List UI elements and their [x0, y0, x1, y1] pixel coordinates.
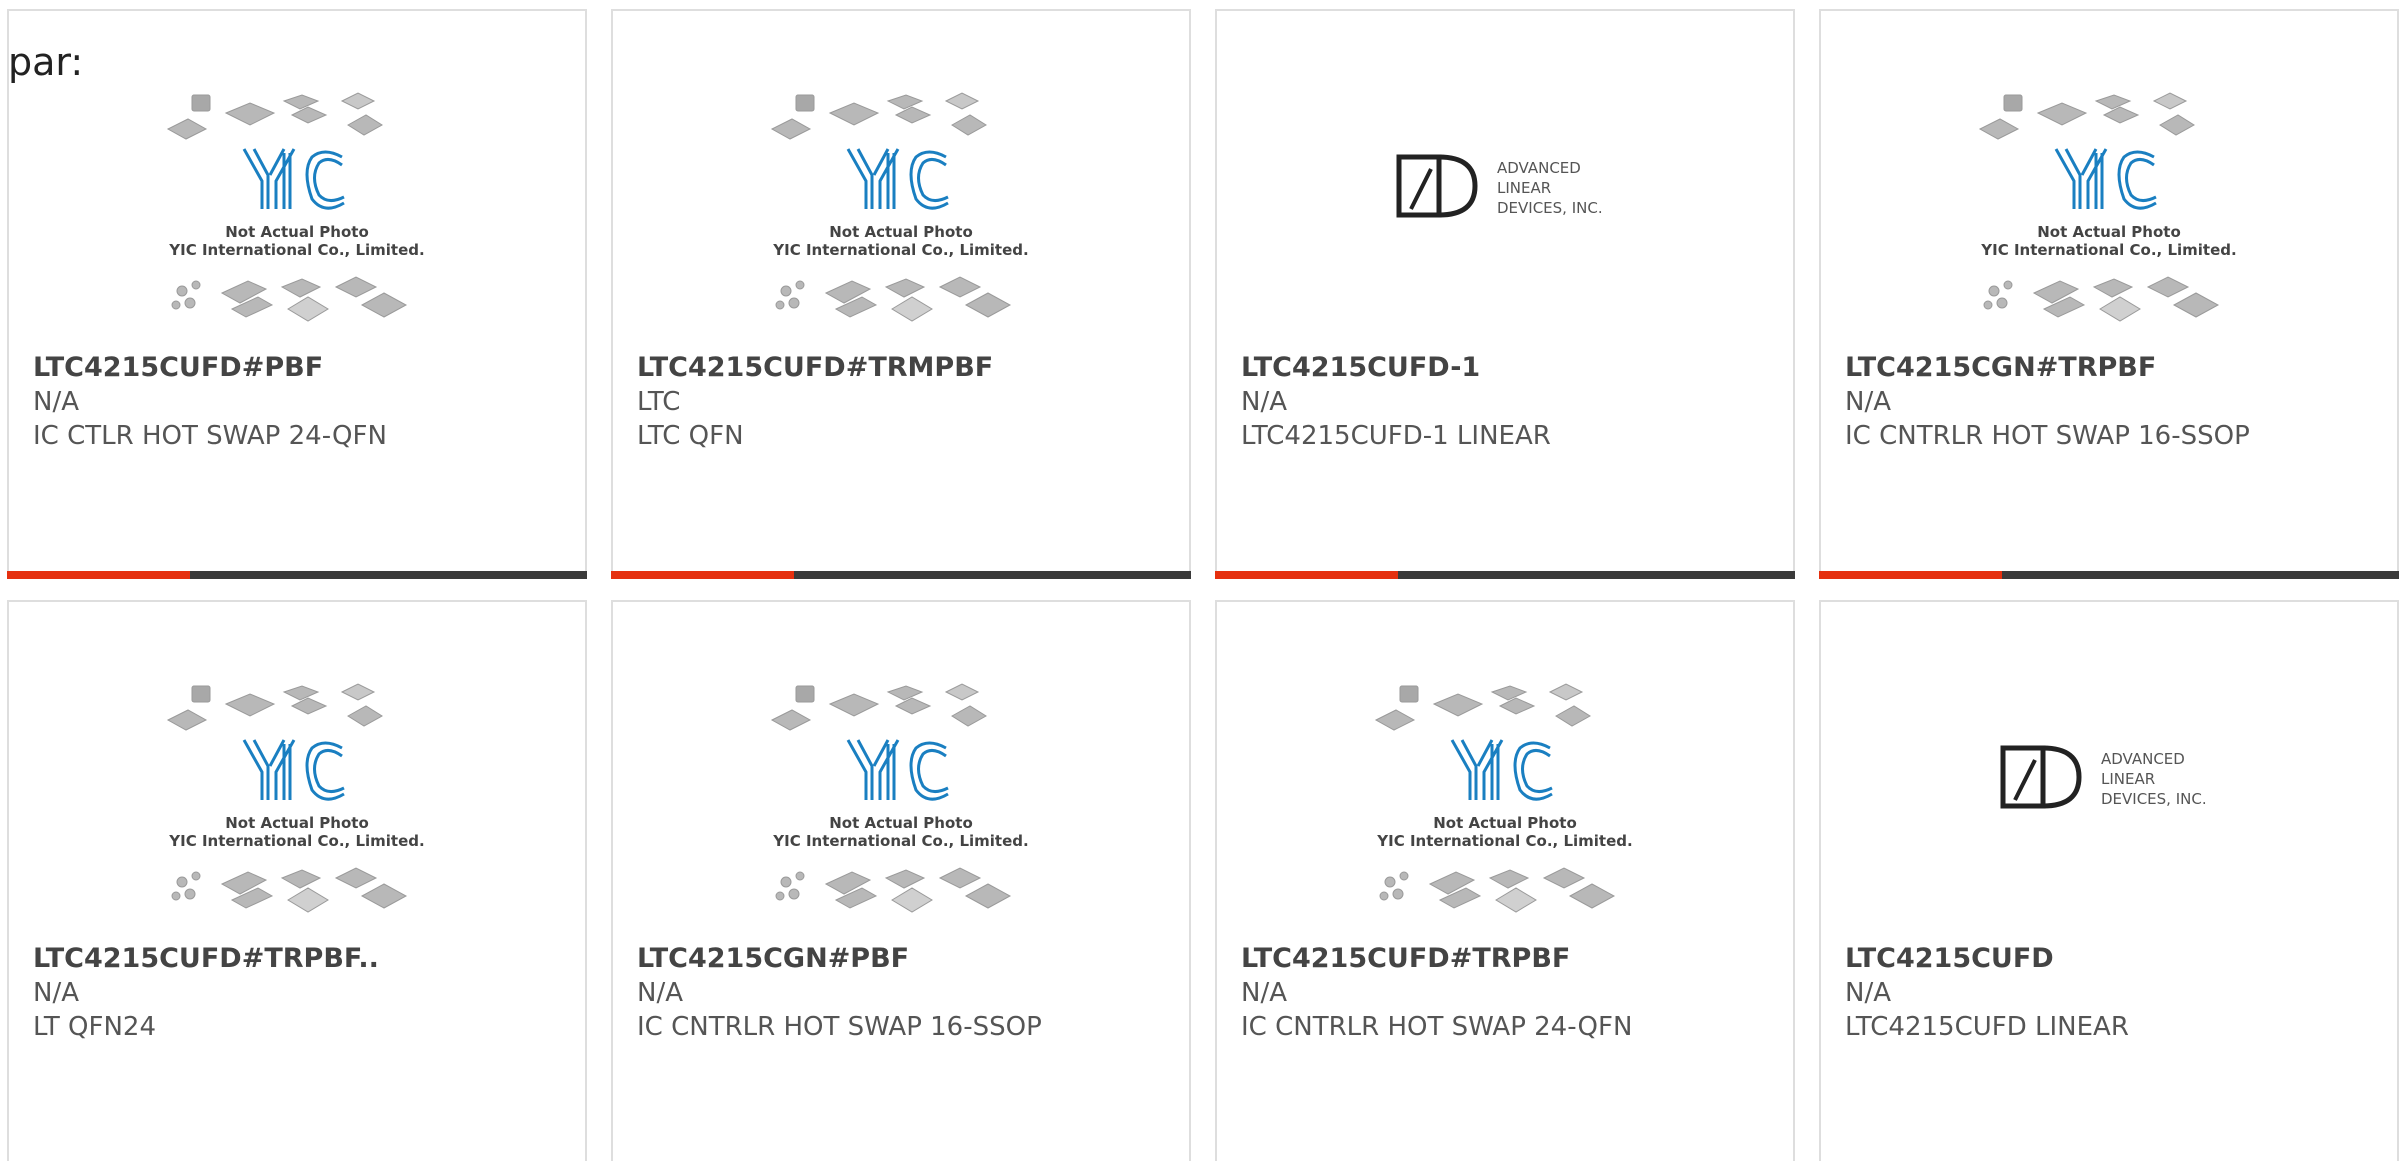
product-image[interactable]: Not Actual Photo YIC International Co., … — [9, 91, 585, 351]
part-number-link[interactable]: LTC4215CGN#PBF — [637, 942, 1169, 976]
part-number-link[interactable]: LTC4215CUFD-1 — [1241, 351, 1773, 385]
product-image[interactable]: Not Actual Photo YIC International Co., … — [613, 682, 1189, 942]
product-card[interactable]: Not Actual Photo YIC International Co., … — [7, 9, 587, 579]
product-card[interactable]: ADVANCED LINEAR DEVICES, INC. LTC4215CUF… — [1215, 9, 1795, 579]
part-number-link[interactable]: LTC4215CUFD#PBF — [33, 351, 565, 385]
part-number-link[interactable]: LTC4215CUFD#TRPBF — [1241, 942, 1773, 976]
yic-placeholder-image: Not Actual Photo YIC International Co., … — [166, 683, 425, 913]
placeholder-line2: YIC International Co., Limited. — [772, 241, 1028, 259]
product-info: LTC4215CUFD#TRPBF.. N/A LT QFN24 — [33, 942, 565, 1044]
manufacturer: N/A — [637, 978, 683, 1008]
product-info: LTC4215CGN#PBF N/A IC CNTRLR HOT SWAP 16-S… — [637, 942, 1169, 1044]
product-card[interactable]: Not Actual Photo YIC International Co., … — [7, 600, 587, 1161]
placeholder-line2: YIC International Co., Limited. — [168, 241, 424, 259]
ald-logo-image: ADVANCED LINEAR DEVICES, INC. — [2000, 745, 2207, 809]
product-image[interactable]: ADVANCED LINEAR DEVICES, INC. — [1821, 682, 2397, 942]
product-info: LTC4215CGN#TRPBF N/A IC CNTRLR HOT SWAP 16… — [1845, 351, 2377, 453]
product-image[interactable]: Not Actual Photo YIC International Co., … — [1821, 91, 2397, 351]
card-accent-bar — [7, 571, 190, 579]
description: LTC4215CUFD-1 LINEAR — [1241, 421, 1551, 451]
placeholder-line2: YIC International Co., Limited. — [168, 832, 424, 850]
part-number-link[interactable]: LTC4215CGN#TRPBF — [1845, 351, 2377, 385]
description: LT QFN24 — [33, 1012, 157, 1042]
ald-line2: LINEAR — [1497, 179, 1551, 197]
product-card[interactable]: ADVANCED LINEAR DEVICES, INC. LTC4215CUF… — [1819, 600, 2399, 1161]
part-number-link[interactable]: LTC4215CUFD — [1845, 942, 2377, 976]
part-number-link[interactable]: LTC4215CUFD#TRPBF.. — [33, 942, 565, 976]
card-accent-bar — [1819, 571, 2002, 579]
product-image[interactable]: Not Actual Photo YIC International Co., … — [613, 91, 1189, 351]
product-info: LTC4215CUFD-1 N/A LTC4215CUFD-1 LINEAR — [1241, 351, 1773, 453]
ald-line3: DEVICES, INC. — [2101, 790, 2207, 808]
yic-placeholder-image: Not Actual Photo YIC International Co., … — [1978, 92, 2237, 322]
description: LTC QFN — [637, 421, 744, 451]
placeholder-line1: Not Actual Photo — [829, 223, 973, 241]
description: IC CNTRLR HOT SWAP 16-SSOP — [1845, 421, 2250, 451]
product-info: LTC4215CUFD#PBF N/A IC CTLR HOT SWAP 24-QF… — [33, 351, 565, 453]
card-bottom-bar — [7, 571, 587, 579]
manufacturer: N/A — [33, 387, 79, 417]
product-grid-page: par: Not Actual Photo YIC International … — [0, 0, 2400, 1161]
ald-logo-image: ADVANCED LINEAR DEVICES, INC. — [1396, 154, 1603, 218]
card-accent-bar — [1215, 571, 1398, 579]
product-info: LTC4215CUFD N/A LTC4215CUFD LINEAR — [1845, 942, 2377, 1044]
card-bottom-bar — [1215, 571, 1795, 579]
description: IC CNTRLR HOT SWAP 24-QFN — [1241, 1012, 1633, 1042]
product-info: LTC4215CUFD#TRPBF N/A IC CNTRLR HOT SWAP 2… — [1241, 942, 1773, 1044]
card-bottom-bar — [1819, 571, 2399, 579]
placeholder-line1: Not Actual Photo — [2037, 223, 2181, 241]
part-number-link[interactable]: LTC4215CUFD#TRMPBF — [637, 351, 1169, 385]
product-image[interactable]: ADVANCED LINEAR DEVICES, INC. — [1217, 91, 1793, 351]
manufacturer: N/A — [1241, 978, 1287, 1008]
yic-placeholder-image: Not Actual Photo YIC International Co., … — [770, 683, 1029, 913]
placeholder-line1: Not Actual Photo — [1433, 814, 1577, 832]
yic-placeholder-image: Not Actual Photo YIC International Co., … — [1374, 683, 1633, 913]
card-accent-bar — [611, 571, 794, 579]
description: IC CTLR HOT SWAP 24-QFN — [33, 421, 387, 451]
placeholder-line2: YIC International Co., Limited. — [772, 832, 1028, 850]
product-grid: Not Actual Photo YIC International Co., … — [7, 9, 2400, 1161]
product-image[interactable]: Not Actual Photo YIC International Co., … — [1217, 682, 1793, 942]
ald-line3: DEVICES, INC. — [1497, 199, 1603, 217]
manufacturer: N/A — [1241, 387, 1287, 417]
product-card[interactable]: Not Actual Photo YIC International Co., … — [1819, 9, 2399, 579]
placeholder-line1: Not Actual Photo — [225, 223, 369, 241]
ald-line1: ADVANCED — [2101, 750, 2185, 768]
product-card[interactable]: Not Actual Photo YIC International Co., … — [1215, 600, 1795, 1161]
placeholder-line1: Not Actual Photo — [829, 814, 973, 832]
card-bottom-bar — [611, 571, 1191, 579]
product-card[interactable]: Not Actual Photo YIC International Co., … — [611, 9, 1191, 579]
ald-line2: LINEAR — [2101, 770, 2155, 788]
product-image[interactable]: Not Actual Photo YIC International Co., … — [9, 682, 585, 942]
yic-placeholder-image: Not Actual Photo YIC International Co., … — [770, 92, 1029, 322]
yic-placeholder-image: Not Actual Photo YIC International Co., … — [166, 92, 425, 322]
placeholder-line2: YIC International Co., Limited. — [1980, 241, 2236, 259]
description: LTC4215CUFD LINEAR — [1845, 1012, 2129, 1042]
product-info: LTC4215CUFD#TRMPBF LTC LTC QFN — [637, 351, 1169, 453]
manufacturer: LTC — [637, 387, 681, 417]
placeholder-line2: YIC International Co., Limited. — [1376, 832, 1632, 850]
manufacturer: N/A — [1845, 387, 1891, 417]
placeholder-line1: Not Actual Photo — [225, 814, 369, 832]
ald-line1: ADVANCED — [1497, 159, 1581, 177]
product-card[interactable]: Not Actual Photo YIC International Co., … — [611, 600, 1191, 1161]
manufacturer: N/A — [33, 978, 79, 1008]
description: IC CNTRLR HOT SWAP 16-SSOP — [637, 1012, 1042, 1042]
par-label: par: — [8, 40, 84, 84]
manufacturer: N/A — [1845, 978, 1891, 1008]
